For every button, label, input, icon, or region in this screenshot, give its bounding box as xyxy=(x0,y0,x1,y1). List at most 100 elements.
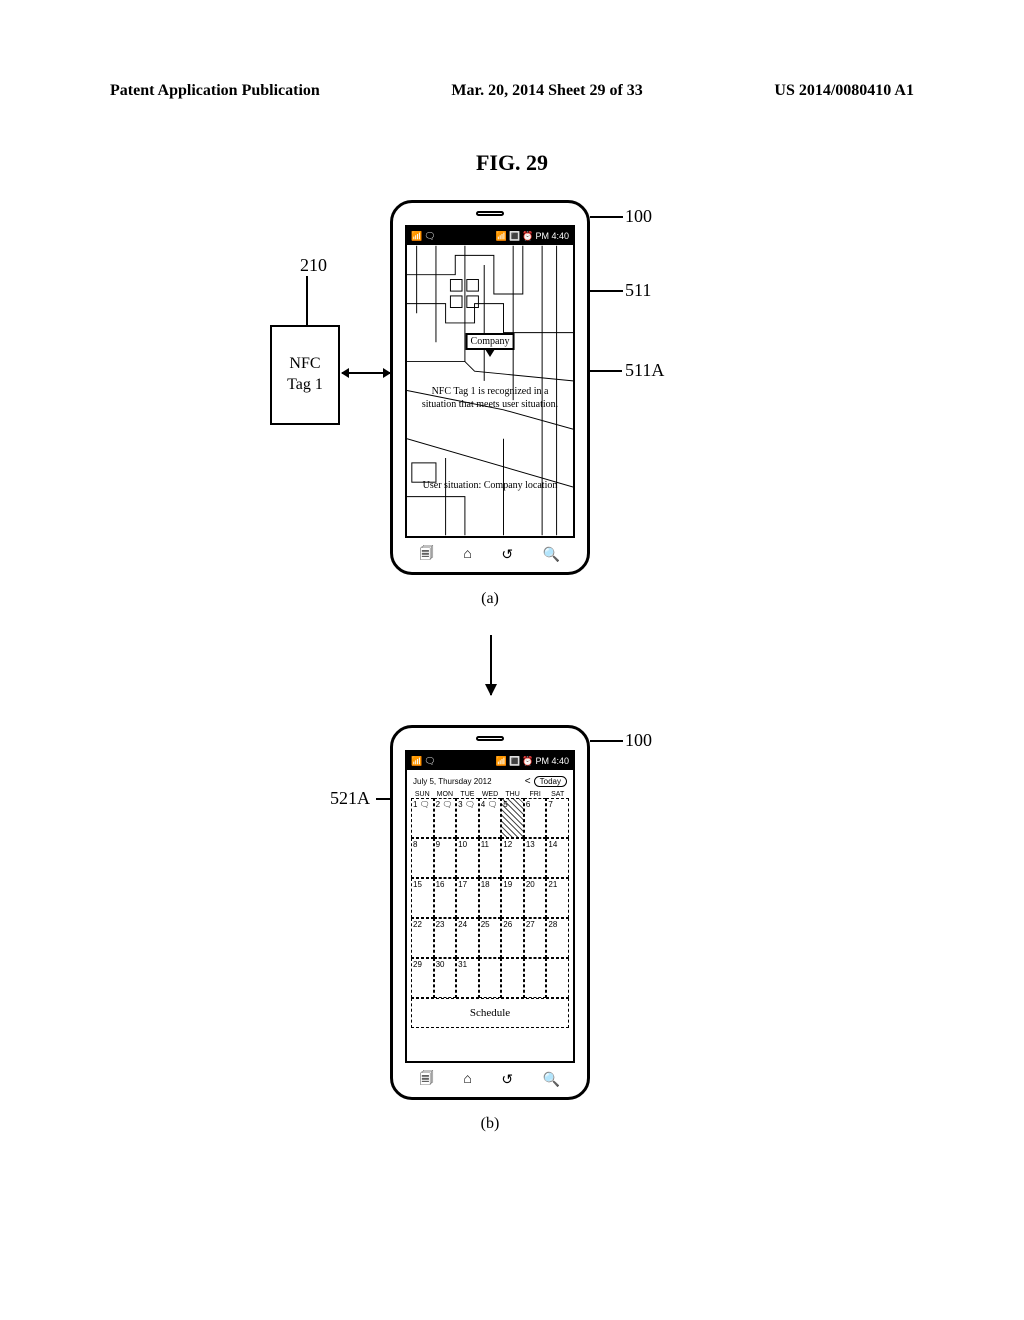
cal-cell[interactable]: 30 xyxy=(434,958,457,998)
calendar-header: July 5, Thursday 2012 < Today xyxy=(411,774,569,791)
cal-cell[interactable]: 17 xyxy=(456,878,479,918)
event-bubble-icon: 🗨 xyxy=(463,800,475,809)
signal-icon: 📶 xyxy=(496,231,507,242)
event-bubble-icon: 🗨 xyxy=(485,800,497,809)
leader-100a xyxy=(590,216,623,218)
cal-cell[interactable]: 16 xyxy=(434,878,457,918)
cal-cell[interactable]: 3 🗨 xyxy=(456,798,479,838)
cal-cell[interactable]: 29 xyxy=(411,958,434,998)
cal-cell[interactable] xyxy=(546,958,569,998)
phone-device-a: 📶 🗨 📶 🔳 ⏰ PM 4:40 xyxy=(390,200,590,575)
battery-icon: 🔳 xyxy=(509,231,520,242)
cal-cell[interactable] xyxy=(524,958,547,998)
cal-day-header: TUE xyxy=(456,791,479,798)
cal-cell[interactable]: 13 xyxy=(524,838,547,878)
cal-cell[interactable]: 24 xyxy=(456,918,479,958)
cal-cell[interactable]: 19 xyxy=(501,878,524,918)
wifi-icon: 📶 xyxy=(411,756,422,767)
screen-b: 📶 🗨 📶 🔳 ⏰ PM 4:40 July 5, Thursday 2012 … xyxy=(405,750,575,1063)
pin-pointer-icon xyxy=(485,349,495,357)
cal-cell[interactable]: 20 xyxy=(524,878,547,918)
chevron-left-icon[interactable]: < xyxy=(525,776,531,787)
search-icon[interactable]: 🔍 xyxy=(543,547,560,564)
cal-cell[interactable]: 2 🗨 xyxy=(434,798,457,838)
alarm-icon: ⏰ xyxy=(522,756,533,767)
calendar-day-headers: SUNMONTUEWEDTHUFRISAT xyxy=(411,791,569,798)
nav-bar-a: 🗐 ⌂ ↺ 🔍 xyxy=(405,544,575,566)
screen-a: 📶 🗨 📶 🔳 ⏰ PM 4:40 xyxy=(405,225,575,538)
cal-day-header: SAT xyxy=(546,791,569,798)
cal-cell[interactable]: 25 xyxy=(479,918,502,958)
earpiece-b xyxy=(476,736,504,741)
ref-100-b: 100 xyxy=(625,730,652,751)
search-icon[interactable]: 🔍 xyxy=(543,1072,560,1089)
flow-arrow-down xyxy=(490,635,492,695)
page-header: Patent Application Publication Mar. 20, … xyxy=(0,82,1024,100)
cal-cell[interactable]: 7 xyxy=(546,798,569,838)
alarm-icon: ⏰ xyxy=(522,231,533,242)
nfc-tag-block: NFC Tag 1 xyxy=(270,325,340,425)
nfc-tag-line1: NFC xyxy=(287,354,323,375)
calendar-grid[interactable]: 1 🗨2 🗨3 🗨4 🗨5678910111213141516171819202… xyxy=(411,798,569,1028)
leader-210 xyxy=(306,276,308,326)
figure-title: FIG. 29 xyxy=(476,150,548,176)
cal-cell[interactable]: 1 🗨 xyxy=(411,798,434,838)
back-icon[interactable]: ↺ xyxy=(501,547,513,564)
today-button[interactable]: Today xyxy=(534,776,567,787)
cal-cell[interactable]: 23 xyxy=(434,918,457,958)
back-icon[interactable]: ↺ xyxy=(501,1072,513,1089)
sublabel-a: (a) xyxy=(481,590,499,608)
cal-cell[interactable]: 8 xyxy=(411,838,434,878)
cal-cell[interactable]: 9 xyxy=(434,838,457,878)
leader-100b xyxy=(590,740,623,742)
battery-icon: 🔳 xyxy=(509,756,520,767)
signal-icon: 📶 xyxy=(496,756,507,767)
home-icon[interactable]: ⌂ xyxy=(463,547,471,563)
cal-cell[interactable]: 15 xyxy=(411,878,434,918)
cal-day-header: FRI xyxy=(524,791,547,798)
status-bar-b: 📶 🗨 📶 🔳 ⏰ PM 4:40 xyxy=(407,752,573,770)
wifi-icon: 📶 xyxy=(411,231,422,242)
ref-511: 511 xyxy=(625,280,651,301)
cal-cell[interactable]: 27 xyxy=(524,918,547,958)
cal-day-header: WED xyxy=(479,791,502,798)
event-bubble-icon: 🗨 xyxy=(440,800,452,809)
chat-status-icon: 🗨 xyxy=(424,231,435,242)
recent-icon[interactable]: 🗐 xyxy=(420,543,434,567)
cal-cell[interactable]: 5 xyxy=(501,798,524,838)
event-bubble-icon: 🗨 xyxy=(417,800,429,809)
cal-cell[interactable]: 21 xyxy=(546,878,569,918)
nfc-tag-line2: Tag 1 xyxy=(287,375,323,396)
header-right: US 2014/0080410 A1 xyxy=(774,82,914,100)
company-pin[interactable]: Company xyxy=(466,333,515,350)
status-bar-a: 📶 🗨 📶 🔳 ⏰ PM 4:40 xyxy=(407,227,573,245)
home-icon[interactable]: ⌂ xyxy=(463,1072,471,1088)
header-left: Patent Application Publication xyxy=(110,82,320,100)
schedule-row[interactable]: Schedule xyxy=(411,998,569,1028)
cal-cell[interactable]: 14 xyxy=(546,838,569,878)
cal-day-header: THU xyxy=(501,791,524,798)
cal-day-header: MON xyxy=(434,791,457,798)
cal-cell[interactable]: 31 xyxy=(456,958,479,998)
cal-cell[interactable]: 6 xyxy=(524,798,547,838)
cal-cell[interactable]: 10 xyxy=(456,838,479,878)
cal-cell[interactable] xyxy=(479,958,502,998)
cal-cell[interactable]: 4 🗨 xyxy=(479,798,502,838)
phone-device-b: 📶 🗨 📶 🔳 ⏰ PM 4:40 July 5, Thursday 2012 … xyxy=(390,725,590,1100)
header-center: Mar. 20, 2014 Sheet 29 of 33 xyxy=(451,82,642,100)
user-situation-text: User situation: Company location xyxy=(410,480,570,491)
cal-cell[interactable] xyxy=(501,958,524,998)
map-area[interactable]: Company NFC Tag 1 is recognized in a sit… xyxy=(407,245,573,536)
cal-cell[interactable]: 18 xyxy=(479,878,502,918)
cal-cell[interactable]: 22 xyxy=(411,918,434,958)
recent-icon[interactable]: 🗐 xyxy=(420,1068,434,1092)
chat-status-icon: 🗨 xyxy=(424,756,435,767)
cal-cell[interactable]: 26 xyxy=(501,918,524,958)
cal-date-label: July 5, Thursday 2012 xyxy=(413,777,492,786)
cal-cell[interactable]: 11 xyxy=(479,838,502,878)
cal-cell[interactable]: 12 xyxy=(501,838,524,878)
cal-cell[interactable]: 28 xyxy=(546,918,569,958)
earpiece-a xyxy=(476,211,504,216)
cal-day-header: SUN xyxy=(411,791,434,798)
calendar-area[interactable]: July 5, Thursday 2012 < Today SUNMONTUEW… xyxy=(407,770,573,1061)
